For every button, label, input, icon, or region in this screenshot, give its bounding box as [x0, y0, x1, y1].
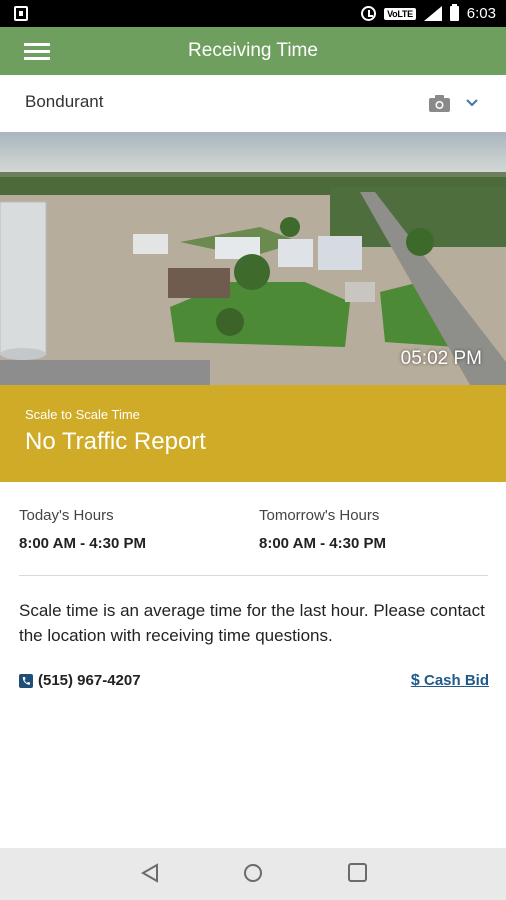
dollar-icon: $ — [410, 672, 420, 689]
camera-timestamp: 05:02 PM — [400, 348, 482, 369]
notification-icon — [14, 6, 28, 21]
chevron-down-icon[interactable] — [466, 99, 478, 107]
phone-number: (515) 967-4207 — [38, 672, 141, 689]
location-name: Bondurant — [25, 92, 104, 111]
scale-time-note: Scale time is an average time for the la… — [19, 601, 485, 645]
todays-hours: Today's Hours 8:00 AM - 4:30 PM — [19, 507, 146, 552]
cash-bid-link[interactable]: $ Cash Bid — [411, 672, 489, 690]
recent-apps-icon[interactable] — [348, 863, 367, 882]
status-time: 6:03 — [466, 5, 496, 22]
location-camera-image[interactable]: 05:02 PM — [0, 132, 506, 385]
tomorrows-hours-value: 8:00 AM - 4:30 PM — [259, 535, 386, 552]
status-icons: VoLTE 6:03 — [361, 0, 496, 27]
phone-icon — [19, 673, 33, 688]
phone-link[interactable]: (515) 967-4207 — [19, 672, 141, 689]
scale-time-label: Scale to Scale Time — [25, 407, 140, 422]
scale-time-value: No Traffic Report — [25, 428, 206, 455]
cash-bid-label: Cash Bid — [423, 672, 489, 689]
alarm-icon — [361, 6, 377, 21]
camera-icon[interactable] — [429, 95, 450, 112]
back-icon[interactable] — [141, 863, 159, 883]
tomorrows-hours: Tomorrow's Hours 8:00 AM - 4:30 PM — [259, 507, 386, 552]
signal-icon — [423, 6, 442, 21]
todays-hours-label: Today's Hours — [19, 507, 114, 524]
menu-icon[interactable] — [24, 43, 50, 61]
battery-icon — [449, 4, 459, 21]
divider — [19, 575, 488, 576]
tomorrows-hours-label: Tomorrow's Hours — [259, 507, 380, 524]
scale-time-panel: Scale to Scale Time No Traffic Report — [0, 385, 506, 482]
system-nav-bar — [0, 848, 506, 900]
status-bar: VoLTE 6:03 — [0, 0, 506, 27]
todays-hours-value: 8:00 AM - 4:30 PM — [19, 535, 146, 552]
page-title: Receiving Time — [188, 40, 318, 61]
home-icon[interactable] — [243, 863, 263, 883]
app-bar: Receiving Time — [0, 27, 506, 75]
volte-badge: VoLTE — [384, 7, 416, 20]
